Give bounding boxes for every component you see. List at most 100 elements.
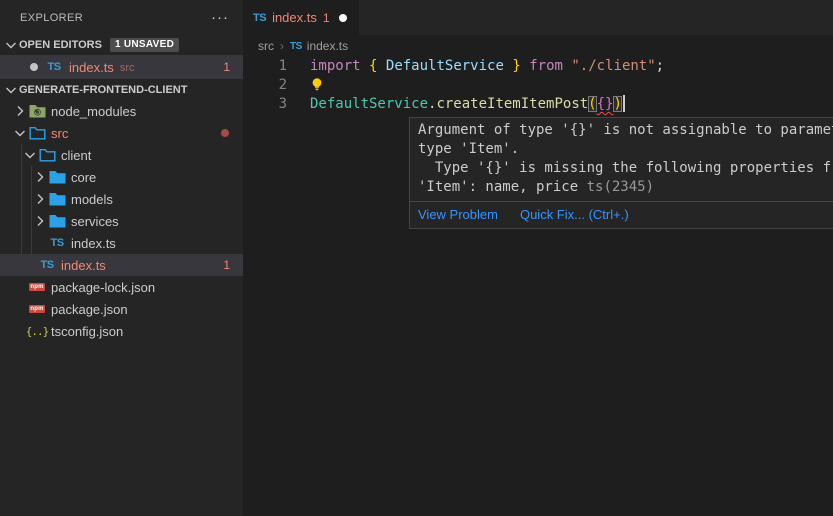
code-token: ): [613, 96, 621, 112]
code-token: from: [529, 58, 563, 74]
chevron-down-icon[interactable]: [3, 82, 19, 98]
error-message-line: Type '{}' is missing the following prope…: [418, 159, 833, 178]
code-token: (: [588, 96, 596, 112]
tree-item-package.json[interactable]: npm package.json: [0, 298, 243, 320]
code-token: [377, 58, 385, 74]
hover-action-view-problem[interactable]: View Problem: [418, 207, 498, 222]
code-line-2[interactable]: 2: [243, 76, 833, 95]
tab-file-name: index.ts: [272, 10, 317, 25]
error-message: Argument of type '{}' is not assignable …: [410, 118, 833, 201]
node-modules-folder-icon: [28, 104, 46, 118]
chevron-down-icon[interactable]: [3, 37, 19, 53]
chevron-right-icon[interactable]: [32, 169, 48, 185]
tree-item-label: package-lock.json: [51, 280, 155, 295]
chevron-right-icon[interactable]: [32, 213, 48, 229]
error-message-line: type 'Item'.: [418, 140, 833, 159]
tree-item-label: tsconfig.json: [51, 324, 123, 339]
code-token: DefaultService: [310, 96, 428, 112]
tree-item-label: node_modules: [51, 104, 136, 119]
chevron-right-icon[interactable]: [32, 191, 48, 207]
open-editors-section-header[interactable]: OPEN EDITORS 1 UNSAVED: [0, 35, 243, 55]
error-message-line: 'Item': name, price ts(2345): [418, 178, 833, 197]
code-text: DefaultService.createItemItemPost({}): [287, 95, 625, 114]
typescript-file-icon: TS: [253, 12, 266, 24]
folder-icon: [48, 214, 66, 228]
tree-item-package-lock.json[interactable]: npm package-lock.json: [0, 276, 243, 298]
tree-item-label: client: [61, 148, 91, 163]
error-count-badge: 1: [223, 258, 230, 272]
unsaved-count-badge: 1 UNSAVED: [110, 38, 179, 52]
tree-item-label: index.ts: [61, 258, 106, 273]
tree-item-node_modules[interactable]: node_modules: [0, 100, 243, 122]
tree-item-label: index.ts: [71, 236, 116, 251]
code-token: createItemItemPost: [436, 96, 588, 112]
explorer-header: EXPLORER ···: [0, 0, 243, 35]
open-editor-item-index.ts[interactable]: TSindex.tssrc1: [0, 55, 243, 79]
editor-tab-bar: TS index.ts 1: [243, 0, 833, 35]
typescript-file-icon: TS: [45, 61, 63, 73]
error-hover-tooltip: Argument of type '{}' is not assignable …: [409, 117, 833, 229]
breadcrumb-separator-icon: ›: [280, 39, 284, 53]
typescript-file-icon: TS: [38, 259, 56, 271]
tree-item-label: src: [51, 126, 68, 141]
breadcrumb-file[interactable]: index.ts: [307, 39, 348, 53]
tree-item-client[interactable]: client: [0, 144, 243, 166]
editor-area: TS index.ts 1 src › TS index.ts 1import …: [243, 0, 833, 516]
tree-item-label: core: [71, 170, 96, 185]
code-token: DefaultService: [386, 58, 504, 74]
breadcrumb: src › TS index.ts: [243, 35, 833, 57]
tab-index-ts[interactable]: TS index.ts 1: [243, 0, 359, 35]
more-actions-icon[interactable]: ···: [211, 13, 229, 23]
typescript-file-icon: TS: [290, 41, 302, 52]
npm-file-icon: npm: [28, 283, 46, 291]
line-number: 2: [243, 76, 287, 95]
code-area[interactable]: 1import { DefaultService } from "./clien…: [243, 57, 833, 114]
code-text: import { DefaultService } from "./client…: [287, 57, 664, 76]
npm-file-icon: npm: [28, 305, 46, 313]
open-editor-detail: src: [120, 62, 135, 74]
code-token: ;: [656, 58, 664, 74]
folder-icon: [48, 170, 66, 184]
unsaved-dot-icon[interactable]: [339, 14, 347, 22]
tree-item-models[interactable]: models: [0, 188, 243, 210]
chevron-down-icon[interactable]: [22, 147, 38, 163]
code-token: {}: [597, 96, 614, 112]
tree-item-services[interactable]: services: [0, 210, 243, 232]
open-editors-list: TSindex.tssrc1: [0, 55, 243, 79]
chevron-right-icon[interactable]: [12, 103, 28, 119]
code-line-1[interactable]: 1import { DefaultService } from "./clien…: [243, 57, 833, 76]
chevron-down-icon[interactable]: [12, 125, 28, 141]
hover-action-quick-fix-ctrl[interactable]: Quick Fix... (Ctrl+.): [520, 207, 629, 222]
code-token: import: [310, 58, 361, 74]
tree-item-tsconfig.json[interactable]: {..} tsconfig.json: [0, 320, 243, 342]
modified-dot: [221, 129, 229, 137]
chevron-slot: [12, 279, 28, 295]
tree-item-core[interactable]: core: [0, 166, 243, 188]
breadcrumb-folder[interactable]: src: [258, 39, 274, 53]
chevron-slot: [32, 235, 48, 251]
tree-item-label: models: [71, 192, 113, 207]
folder-open-icon: [38, 148, 56, 162]
folder-icon: [48, 192, 66, 206]
code-line-3[interactable]: 3DefaultService.createItemItemPost({}): [243, 95, 833, 114]
line-number: 3: [243, 95, 287, 114]
error-count-badge: 1: [223, 60, 230, 74]
error-message-line: Argument of type '{}' is not assignable …: [418, 121, 833, 140]
explorer-sidebar: EXPLORER ··· OPEN EDITORS 1 UNSAVED TSin…: [0, 0, 243, 516]
tree-item-label: package.json: [51, 302, 128, 317]
file-tree: node_modulessrcclientcoremodelsservicesT…: [0, 100, 243, 342]
unsaved-dot-icon: [30, 63, 38, 71]
tree-item-src[interactable]: src: [0, 122, 243, 144]
workspace-label: GENERATE-FRONTEND-CLIENT: [19, 84, 187, 96]
chevron-slot: [22, 257, 38, 273]
code-token: "./client": [571, 58, 655, 74]
line-number: 1: [243, 57, 287, 76]
workspace-section-header[interactable]: GENERATE-FRONTEND-CLIENT: [0, 79, 243, 100]
code-token: [521, 58, 529, 74]
tree-item-index.ts[interactable]: TS index.ts 1: [0, 254, 243, 276]
explorer-title: EXPLORER: [20, 12, 83, 24]
json-braces-icon: {..}: [28, 325, 46, 338]
open-editors-label: OPEN EDITORS: [19, 39, 102, 51]
tree-item-index.ts[interactable]: TSindex.ts: [0, 232, 243, 254]
code-token: }: [512, 58, 520, 74]
